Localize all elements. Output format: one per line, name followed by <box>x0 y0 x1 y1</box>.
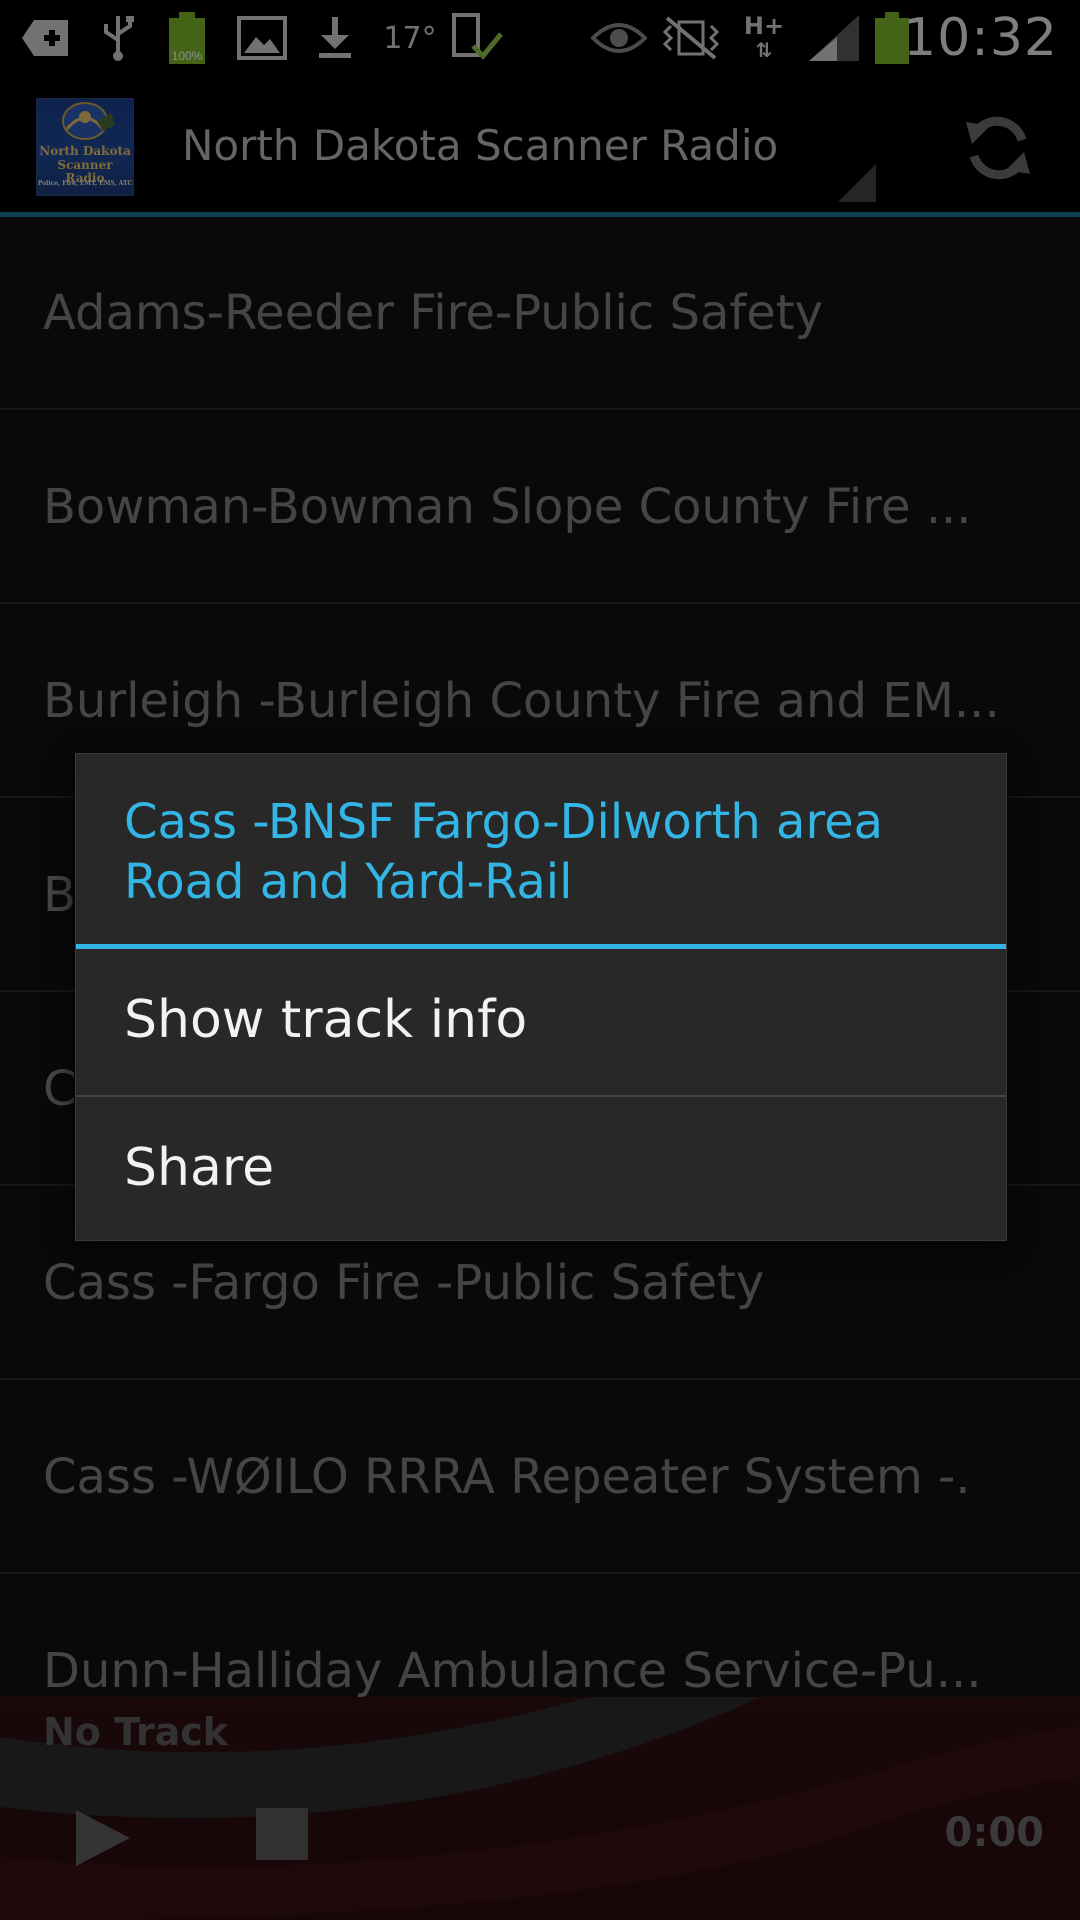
show-track-info-menu-item[interactable]: Show track info <box>76 949 1006 1092</box>
menu-item-label: Share <box>124 1138 275 1198</box>
dialog-title: Cass -BNSF Fargo-Dilworth area Road and … <box>124 794 884 910</box>
context-menu-dialog: Cass -BNSF Fargo-Dilworth area Road and … <box>75 753 1007 1241</box>
screen: Adams-Reeder Fire-Public Safety Bowman-B… <box>0 0 1080 1920</box>
share-menu-item[interactable]: Share <box>76 1097 1006 1240</box>
menu-item-label: Show track info <box>124 990 528 1050</box>
